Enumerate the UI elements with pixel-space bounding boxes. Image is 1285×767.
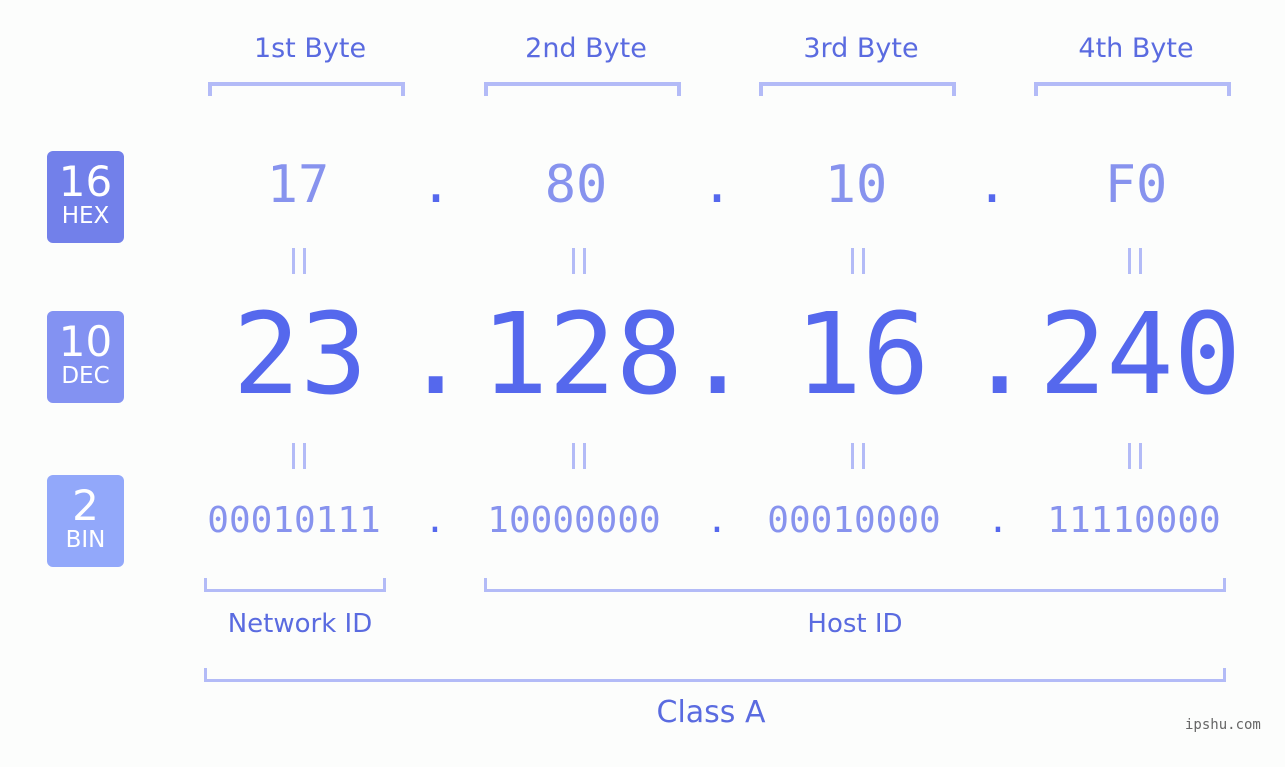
equals-icon <box>292 248 306 274</box>
hex-label: HEX <box>61 203 110 229</box>
dec-badge: 10 DEC <box>47 311 124 403</box>
dec-byte-1: 23 <box>232 290 368 420</box>
bin-dot-1: . <box>424 500 446 541</box>
network-id-bracket <box>204 578 386 592</box>
hex-base: 16 <box>58 157 113 206</box>
bin-dot-3: . <box>987 500 1009 541</box>
hex-byte-1: 17 <box>266 155 330 215</box>
byte-header-1: 1st Byte <box>253 33 367 64</box>
byte-header-3: 3rd Byte <box>803 33 919 64</box>
byte-header-4: 4th Byte <box>1078 33 1194 64</box>
bin-dot-2: . <box>706 500 728 541</box>
byte-header-2: 2nd Byte <box>525 33 647 64</box>
hex-badge: 16 HEX <box>47 151 124 243</box>
dec-byte-4: 240 <box>1038 290 1242 420</box>
bin-label: BIN <box>65 527 106 553</box>
dec-base: 10 <box>58 317 113 366</box>
byte-bracket-2 <box>484 82 681 96</box>
bin-byte-2: 10000000 <box>487 500 661 541</box>
bin-byte-3: 00010000 <box>767 500 941 541</box>
hex-dot-2: . <box>701 155 733 215</box>
hex-dot-3: . <box>976 155 1008 215</box>
watermark: ipshu.com <box>1185 717 1261 733</box>
equals-icon <box>1128 443 1142 469</box>
equals-icon <box>1128 248 1142 274</box>
bin-base: 2 <box>72 481 99 530</box>
equals-icon <box>851 443 865 469</box>
network-id-label: Network ID <box>227 609 373 639</box>
equals-icon <box>851 248 865 274</box>
host-id-label: Host ID <box>807 609 903 639</box>
byte-bracket-4 <box>1034 82 1231 96</box>
bin-byte-4: 11110000 <box>1047 500 1221 541</box>
dec-label: DEC <box>61 363 110 389</box>
class-label: Class A <box>656 695 766 730</box>
bin-badge: 2 BIN <box>47 475 124 567</box>
hex-byte-3: 10 <box>824 155 888 215</box>
equals-icon <box>292 443 306 469</box>
byte-bracket-1 <box>208 82 405 96</box>
hex-dot-1: . <box>420 155 452 215</box>
dec-byte-3: 16 <box>794 290 930 420</box>
dec-byte-2: 128 <box>480 290 684 420</box>
bin-byte-1: 00010111 <box>207 500 381 541</box>
class-bracket <box>204 668 1226 682</box>
hex-byte-2: 80 <box>544 155 608 215</box>
equals-icon <box>572 443 586 469</box>
byte-bracket-3 <box>759 82 956 96</box>
host-id-bracket <box>484 578 1226 592</box>
hex-byte-4: F0 <box>1104 155 1168 215</box>
equals-icon <box>572 248 586 274</box>
